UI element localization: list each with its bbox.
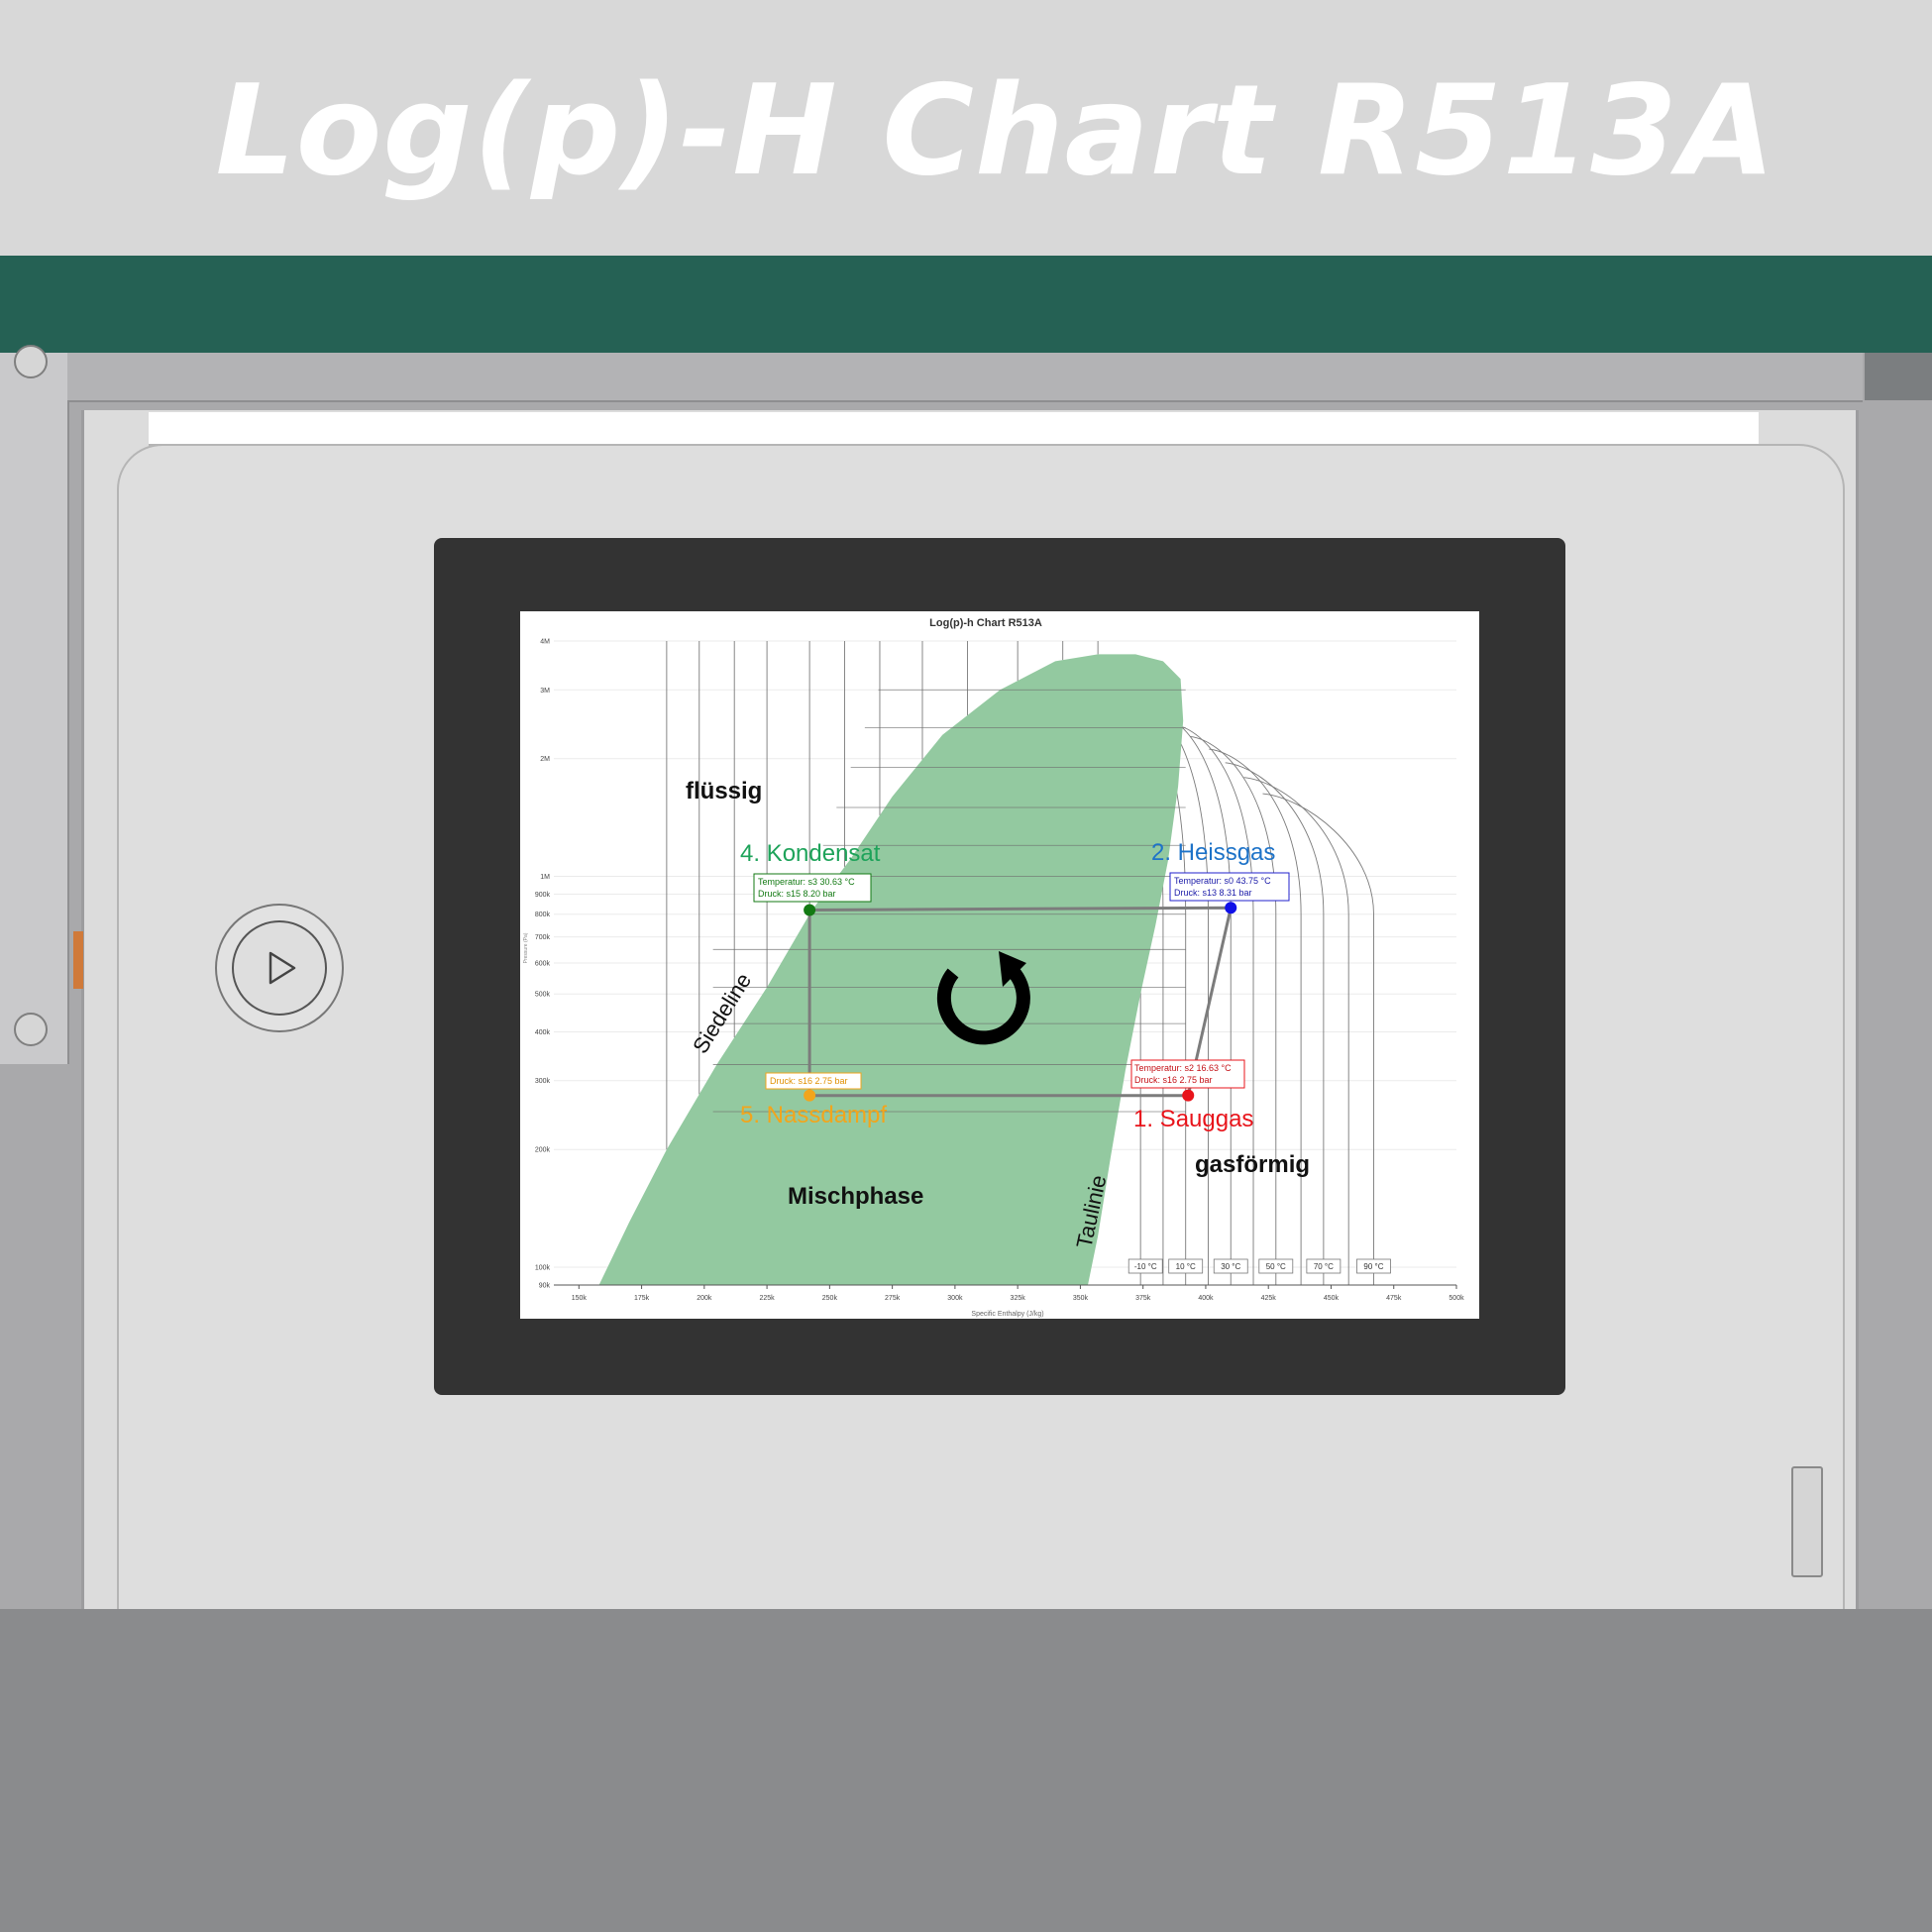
header-band bbox=[0, 256, 1932, 353]
x-tick-label: 225k bbox=[760, 1295, 776, 1302]
readout-wetsteam-pressure: Druck: s16 2.75 bar bbox=[770, 1076, 848, 1086]
hmi-screen[interactable]: -10 °C 10 °C 30 °C 50 °C 70 °C 90 °C 90k 100k 2… bbox=[520, 611, 1479, 1319]
isotherm-label: 70 °C bbox=[1306, 1258, 1342, 1274]
y-tick-label: 700k bbox=[535, 934, 551, 941]
isotherm-label-text: 10 °C bbox=[1176, 1262, 1196, 1271]
y-tick-label: 900k bbox=[535, 892, 551, 899]
bolt-icon bbox=[14, 345, 48, 378]
x-tick-label: 375k bbox=[1135, 1295, 1151, 1302]
x-tick-label: 325k bbox=[1011, 1295, 1026, 1302]
point-label-wetsteam: 5. Nassdampf bbox=[740, 1102, 887, 1128]
x-axis-label: Specific Enthalpy (J/kg) bbox=[971, 1311, 1043, 1318]
region-label-gas: gasförmig bbox=[1195, 1151, 1310, 1178]
isotherm-label: 10 °C bbox=[1168, 1258, 1204, 1274]
y-tick-label: 500k bbox=[535, 992, 551, 999]
readout-suction-pressure: Druck: s16 2.75 bar bbox=[1134, 1075, 1213, 1085]
logph-chart: -10 °C 10 °C 30 °C 50 °C 70 °C 90 °C 90k 100k 2… bbox=[523, 617, 1464, 1318]
y-axis-label: Pressure (Pa) bbox=[523, 932, 529, 963]
chart-title: Log(p)-h Chart R513A bbox=[929, 617, 1042, 629]
page-title: Log(p)-H Chart R513A bbox=[215, 57, 1776, 203]
point-label-condensate: 4. Kondensat bbox=[740, 840, 881, 867]
play-button[interactable] bbox=[215, 904, 344, 1032]
x-tick-label: 150k bbox=[572, 1295, 588, 1302]
x-tick-label: 500k bbox=[1449, 1295, 1464, 1302]
x-tick-label: 275k bbox=[885, 1295, 901, 1302]
cabinet-corner-block bbox=[1865, 353, 1932, 400]
isotherm-label: 30 °C bbox=[1213, 1258, 1248, 1274]
play-icon bbox=[268, 951, 296, 985]
y-tick-label: 90k bbox=[539, 1283, 551, 1290]
x-tick-label: 450k bbox=[1324, 1295, 1340, 1302]
readout-hotgas-pressure: Druck: s13 8.31 bar bbox=[1174, 888, 1252, 898]
door-hinge bbox=[1791, 1466, 1823, 1577]
y-tick-label: 200k bbox=[535, 1147, 551, 1154]
x-tick-label: 400k bbox=[1198, 1295, 1214, 1302]
x-tick-label: 300k bbox=[947, 1295, 963, 1302]
isotherm-label-text: 90 °C bbox=[1363, 1262, 1383, 1271]
title-bar: Log(p)-H Chart R513A bbox=[0, 0, 1932, 256]
x-tick-label: 200k bbox=[697, 1295, 712, 1302]
readout-suction-temp: Temperatur: s2 16.63 °C bbox=[1134, 1063, 1232, 1073]
x-tick-label: 175k bbox=[634, 1295, 650, 1302]
readout-hotgas: Temperatur: s0 43.75 °C Druck: s13 8.31 … bbox=[1169, 872, 1290, 902]
cabinet-top-rail bbox=[67, 353, 1863, 402]
isotherm-label-text: 70 °C bbox=[1314, 1262, 1334, 1271]
cycle-point bbox=[804, 1089, 816, 1102]
point-label-suction: 1. Sauggas bbox=[1133, 1106, 1253, 1132]
readout-suction: Temperatur: s2 16.63 °C Druck: s16 2.75 … bbox=[1130, 1059, 1245, 1089]
point-label-hotgas: 2. Heissgas bbox=[1151, 839, 1275, 866]
cycle-point bbox=[804, 904, 816, 916]
readout-condensate-pressure: Druck: s15 8.20 bar bbox=[758, 889, 836, 899]
floor-area bbox=[0, 1609, 1932, 1932]
cabinet-left-post bbox=[0, 353, 69, 1064]
y-tick-label: 800k bbox=[535, 912, 551, 918]
isotherm-label-text: 30 °C bbox=[1221, 1262, 1240, 1271]
y-tick-label: 300k bbox=[535, 1078, 551, 1085]
x-tick-label: 350k bbox=[1073, 1295, 1089, 1302]
y-tick-label: 3M bbox=[540, 688, 550, 695]
readout-hotgas-temp: Temperatur: s0 43.75 °C bbox=[1174, 876, 1271, 886]
door-seal-tab bbox=[73, 931, 83, 989]
isotherm-vapor bbox=[1190, 735, 1277, 1285]
readout-condensate-temp: Temperatur: s3 30.63 °C bbox=[758, 877, 855, 887]
cycle-point bbox=[1225, 902, 1237, 914]
readout-wetsteam: Druck: s16 2.75 bar bbox=[765, 1072, 862, 1090]
region-label-mixed: Mischphase bbox=[788, 1183, 923, 1210]
isotherm-vapor bbox=[1209, 748, 1302, 1285]
y-tick-label: 1M bbox=[540, 874, 550, 881]
isotherm-label-text: -10 °C bbox=[1134, 1262, 1157, 1271]
bolt-icon bbox=[14, 1013, 48, 1046]
y-tick-label: 600k bbox=[535, 961, 551, 968]
x-tick-label: 475k bbox=[1386, 1295, 1402, 1302]
x-tick-label: 425k bbox=[1261, 1295, 1277, 1302]
isotherm-label: 50 °C bbox=[1258, 1258, 1294, 1274]
play-button-ring bbox=[232, 920, 327, 1016]
readout-condensate: Temperatur: s3 30.63 °C Druck: s15 8.20 … bbox=[753, 873, 872, 903]
y-tick-label: 4M bbox=[540, 639, 550, 646]
y-tick-label: 2M bbox=[540, 756, 550, 763]
isotherm-label: -10 °C bbox=[1127, 1258, 1163, 1274]
x-tick-label: 250k bbox=[822, 1295, 838, 1302]
y-tick-label: 100k bbox=[535, 1264, 551, 1271]
door-top-strip bbox=[149, 412, 1759, 446]
isotherm-label: 90 °C bbox=[1356, 1258, 1391, 1274]
isotherm-label-text: 50 °C bbox=[1266, 1262, 1286, 1271]
region-label-liquid: flüssig bbox=[686, 778, 762, 805]
cycle-point bbox=[1182, 1089, 1195, 1102]
y-tick-label: 400k bbox=[535, 1029, 551, 1036]
